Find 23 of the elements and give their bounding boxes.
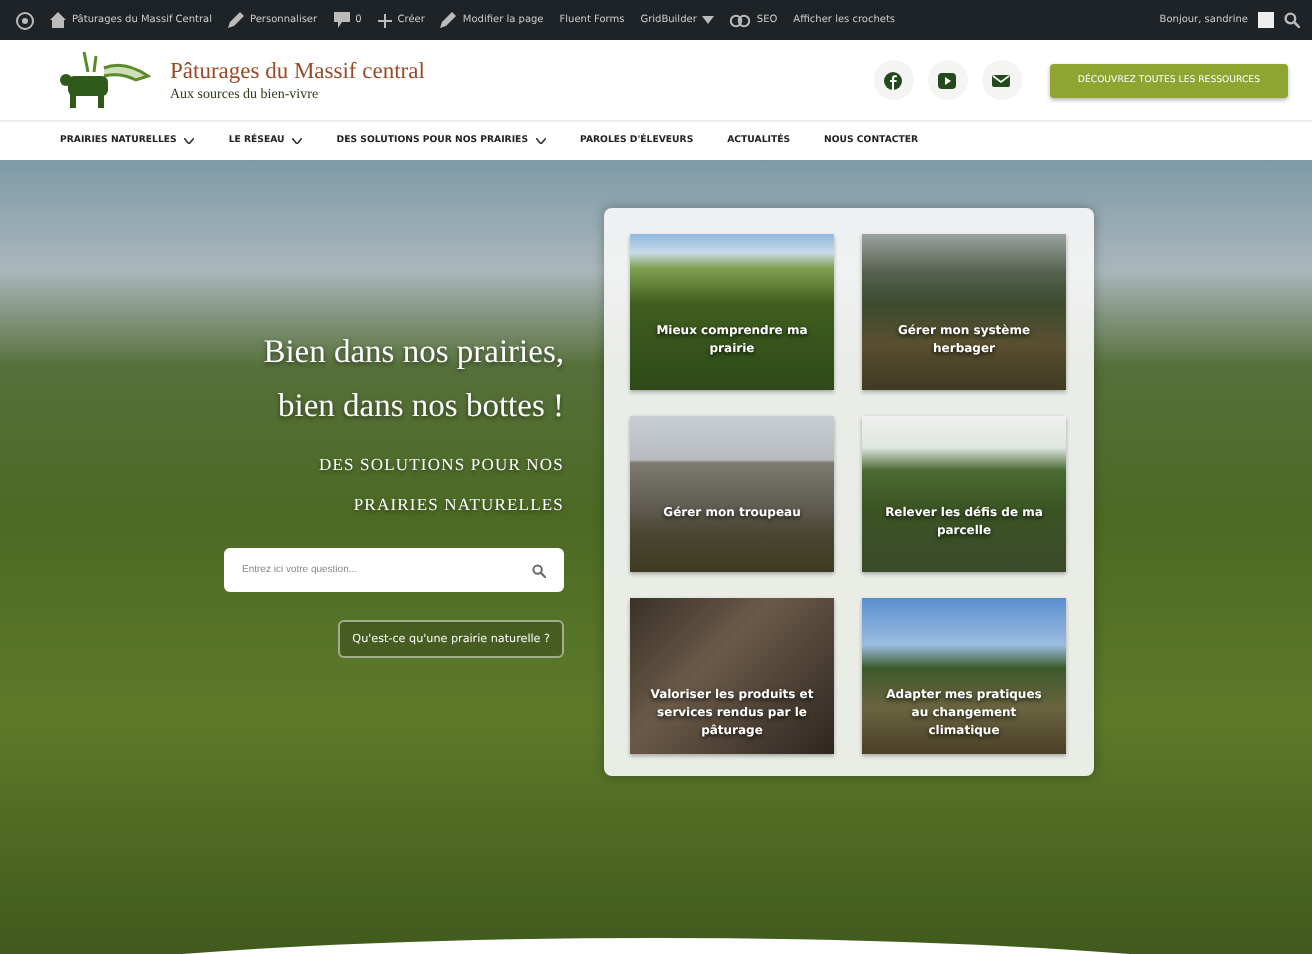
pencil-icon: [228, 12, 245, 28]
speech-bubble-icon: [333, 12, 350, 28]
search-icon: [1284, 12, 1300, 28]
letter-f-icon: [884, 71, 903, 89]
caret-icon: [702, 16, 715, 24]
circles-icon: [730, 13, 751, 27]
chevron-down-icon: [184, 138, 195, 144]
envelope-icon: [992, 71, 1011, 89]
social-button[interactable]: [927, 60, 968, 100]
chevron-down-icon: [536, 138, 547, 144]
house-icon: [50, 12, 66, 28]
hero-headline: Bien dans nos prairies, bien dans nos bottes !: [261, 330, 564, 428]
plus-icon: [377, 13, 392, 27]
social-button[interactable]: [981, 60, 1022, 100]
play-icon: [938, 71, 957, 89]
social-button[interactable]: [873, 60, 914, 100]
site-title[interactable]: Pâturages du Massif central: [170, 59, 425, 85]
circle-logo-icon: [16, 11, 34, 29]
cow-logo-drawing: [56, 48, 152, 112]
chevron-down-icon: [292, 138, 303, 144]
pencil-icon: [440, 12, 457, 28]
hero-subtitle: DES SOLUTIONS POUR NOS PRAIRIES NATURELLES: [316, 452, 564, 518]
search-icon: [532, 564, 546, 578]
